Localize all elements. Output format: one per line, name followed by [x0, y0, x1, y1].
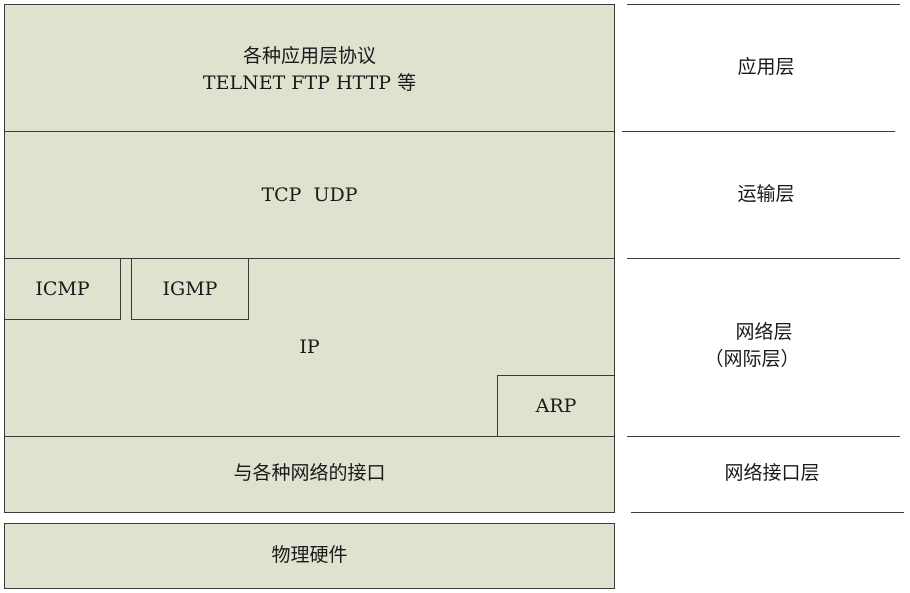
layer-name-application: 应用层	[737, 56, 795, 78]
layer-separator-top	[627, 4, 900, 5]
layer-separator-network	[627, 436, 900, 437]
transport-protocols-box: TCP UDP	[4, 131, 615, 259]
ip-label: IP	[299, 336, 320, 358]
icmp-label: ICMP	[35, 278, 90, 300]
layer-separator-transport	[627, 258, 900, 259]
layer-name-network-alias: （网际层）	[704, 348, 800, 370]
network-interface-label: 与各种网络的接口	[233, 462, 386, 484]
icmp-box: ICMP	[4, 258, 121, 320]
application-protocols-label: 各种应用层协议	[242, 45, 377, 67]
layer-name-network: 网络层	[735, 321, 793, 343]
igmp-box: IGMP	[131, 258, 249, 320]
layer-name-transport: 运输层	[737, 183, 795, 205]
layer-separator-application	[622, 131, 895, 132]
layer-separator-link	[631, 512, 904, 513]
physical-hardware-label: 物理硬件	[271, 544, 348, 566]
layer-name-link: 网络接口层	[724, 462, 820, 484]
network-interface-box: 与各种网络的接口	[4, 436, 615, 513]
arp-box: ARP	[497, 375, 615, 437]
arp-label: ARP	[535, 395, 577, 417]
transport-protocols-label: TCP UDP	[261, 184, 358, 206]
application-protocols-box: 各种应用层协议 TELNET FTP HTTP 等	[4, 4, 615, 132]
application-protocols-examples: TELNET FTP HTTP 等	[202, 72, 417, 94]
physical-hardware-box: 物理硬件	[4, 523, 615, 589]
igmp-label: IGMP	[162, 278, 218, 300]
